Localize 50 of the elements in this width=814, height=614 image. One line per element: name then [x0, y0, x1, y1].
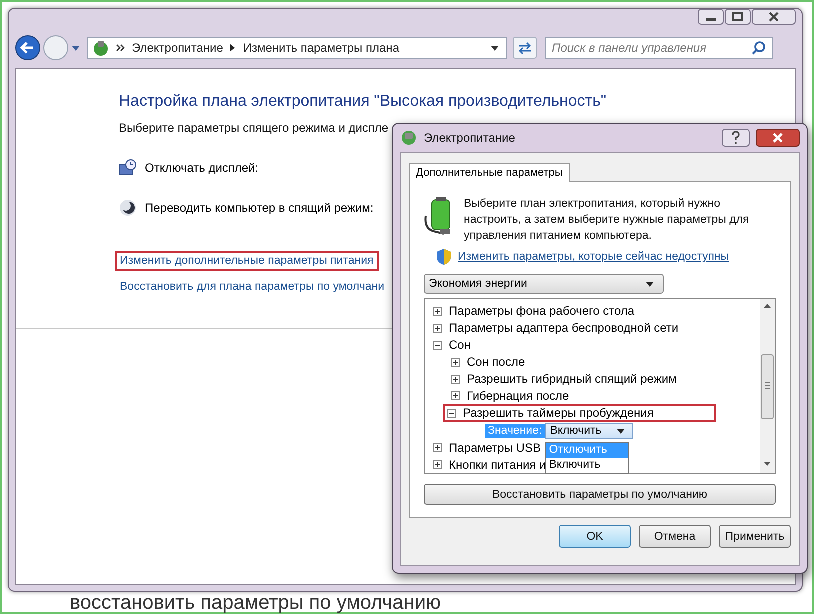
control-panel-icon [92, 39, 110, 57]
minimize-icon [698, 9, 724, 25]
caret-icon [616, 426, 626, 435]
link[interactable]: Восстановить для плана параметры по умолчани [115, 277, 390, 297]
search-icon [752, 41, 766, 55]
refresh-icon [513, 37, 537, 59]
moon-icon [119, 199, 137, 217]
arrow-icon [229, 43, 238, 53]
tree-item[interactable]: Разрешить таймеры пробуждения [443, 404, 716, 422]
breadcrumb[interactable]: Электропитание [132, 41, 224, 55]
address-bar[interactable]: Электропитание Изменить параметры плана [87, 37, 507, 59]
caret-icon [490, 44, 500, 52]
caret-icon [71, 44, 81, 52]
tree-item[interactable]: Параметры адаптера беспроводной сети [425, 320, 679, 337]
chevron-icon [116, 43, 126, 53]
link[interactable]: Изменить параметры, которые сейчас недоступны [458, 251, 730, 263]
page-description: Выберите параметры спящего режима и диспле [119, 121, 390, 135]
tree-item[interactable]: Сон после [425, 354, 526, 371]
dialog-button[interactable]: Применить [719, 525, 791, 548]
plan-dropdown[interactable]: Экономия энергии [424, 274, 664, 294]
close-icon [752, 9, 796, 25]
value-label: Значение: [485, 424, 546, 438]
shield-icon [436, 248, 452, 266]
setting-label: Отключать дисплей: [145, 161, 259, 175]
search-field[interactable]: Поиск в панели управления [545, 37, 773, 59]
help-icon [722, 129, 750, 147]
link[interactable]: Изменить дополнительные параметры питания [115, 251, 379, 271]
restore-defaults-button[interactable]: Восстановить параметры по умолчанию [424, 484, 776, 505]
monitor-clock-icon [119, 159, 137, 177]
tree-item[interactable]: Параметры USB [425, 439, 541, 456]
caret-icon [645, 280, 655, 288]
dialog-title: Электропитание [424, 131, 516, 145]
tree-item[interactable]: Параметры фона рабочего стола [425, 303, 635, 320]
dialog-button[interactable]: OK [559, 525, 631, 548]
setting-label: Переводить компьютер в спящий режим: [145, 201, 374, 215]
document-text: восстановить параметры по умолчанию [70, 592, 442, 614]
page-title: Настройка плана электропитания "Высокая производительность" [119, 93, 608, 111]
tree-item[interactable]: Гибернация после [425, 387, 570, 404]
back-icon [15, 35, 41, 61]
forward-icon [43, 35, 69, 61]
dropdown-option[interactable]: Включить [546, 458, 628, 473]
maximize-icon [725, 9, 751, 25]
breadcrumb[interactable]: Изменить параметры плана [243, 41, 400, 55]
tree-item[interactable]: Разрешить гибридный спящий режим [425, 370, 677, 388]
instruction-text: Выберите план электропитания, который нужно настроить, а затем выберите нужные параметры для управления питанием компьютера. [464, 197, 750, 244]
close-icon [756, 129, 800, 147]
tab[interactable]: Дополнительные параметры [409, 163, 570, 182]
dialog-button[interactable]: Отмена [639, 525, 711, 548]
tree-item[interactable]: Сон [425, 336, 471, 354]
power-plug-icon [400, 129, 418, 147]
